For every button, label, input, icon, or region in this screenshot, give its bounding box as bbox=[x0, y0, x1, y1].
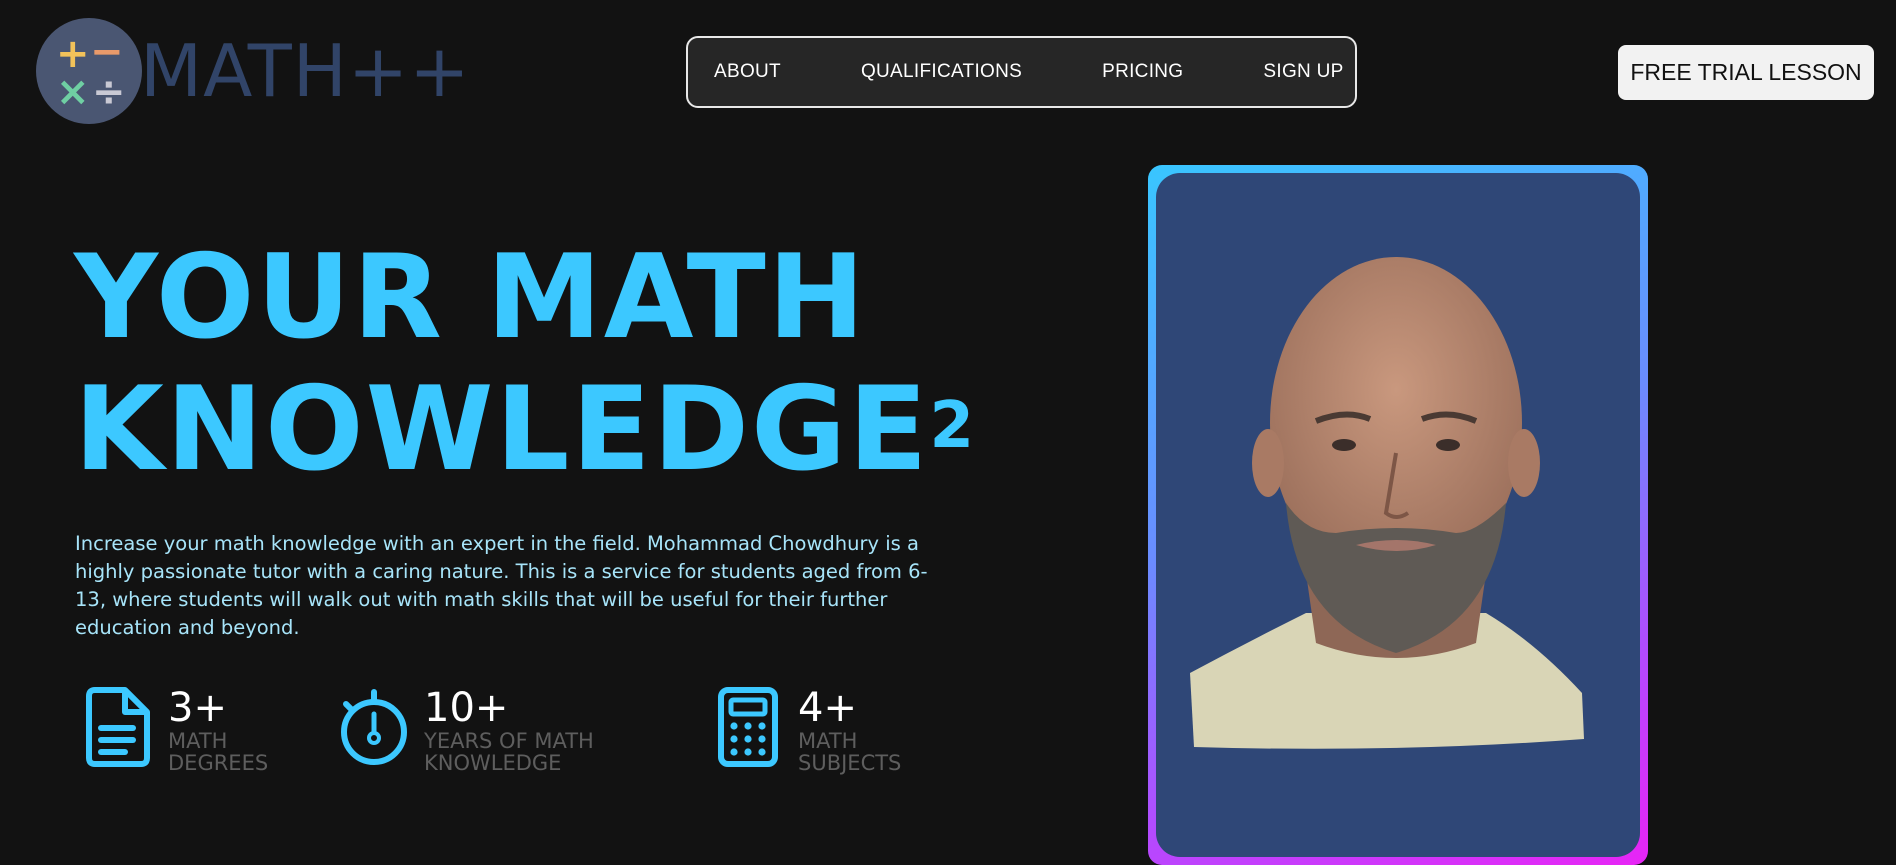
tutor-portrait bbox=[1156, 173, 1640, 857]
site-logo[interactable]: + − × ÷ MATH++ bbox=[36, 18, 471, 124]
hero-description: Increase your math knowledge with an exp… bbox=[75, 532, 928, 639]
stat-value: 3+ bbox=[168, 685, 227, 731]
stat-label: YEARS OF MATH KNOWLEDGE bbox=[424, 729, 594, 775]
hero-title-line1: YOUR MATH bbox=[74, 230, 867, 365]
stat-degrees: 3+ MATH DEGREES bbox=[82, 686, 268, 774]
document-icon bbox=[82, 686, 154, 768]
nav-link-about[interactable]: ABOUT bbox=[714, 61, 781, 83]
stat-label: MATH DEGREES bbox=[168, 729, 269, 775]
plus-symbol: + bbox=[56, 31, 90, 77]
nav-link-qualifications[interactable]: QUALIFICATIONS bbox=[861, 61, 1022, 83]
stat-label: MATH SUBJECTS bbox=[798, 729, 902, 775]
stopwatch-icon bbox=[338, 686, 410, 768]
stat-value: 4+ bbox=[798, 685, 857, 731]
hero-title-superscript: 2 bbox=[929, 389, 976, 463]
calculator-icon bbox=[712, 686, 784, 768]
divide-symbol: ÷ bbox=[92, 69, 126, 115]
stat-subjects: 4+ MATH SUBJECTS bbox=[712, 686, 901, 774]
free-trial-button[interactable]: FREE TRIAL LESSON bbox=[1618, 45, 1874, 100]
portrait-frame bbox=[1148, 165, 1648, 865]
tutor-photo-illustration bbox=[1190, 257, 1584, 749]
nav-link-sign-up[interactable]: SIGN UP bbox=[1263, 61, 1343, 83]
stat-years: 10+ YEARS OF MATH KNOWLEDGE bbox=[338, 686, 594, 774]
logo-text: MATH++ bbox=[140, 29, 471, 113]
hero-title-line2: KNOWLEDGE bbox=[74, 362, 930, 497]
nav-link-pricing[interactable]: PRICING bbox=[1102, 61, 1183, 83]
times-symbol: × bbox=[56, 69, 90, 115]
main-nav: ABOUT QUALIFICATIONS PRICING SIGN UP bbox=[686, 36, 1357, 108]
hero-title: YOUR MATH KNOWLEDGE2 bbox=[74, 232, 976, 496]
stat-value: 10+ bbox=[424, 685, 509, 731]
minus-symbol: − bbox=[90, 29, 124, 75]
math-operators-icon: + − × ÷ bbox=[36, 18, 142, 124]
